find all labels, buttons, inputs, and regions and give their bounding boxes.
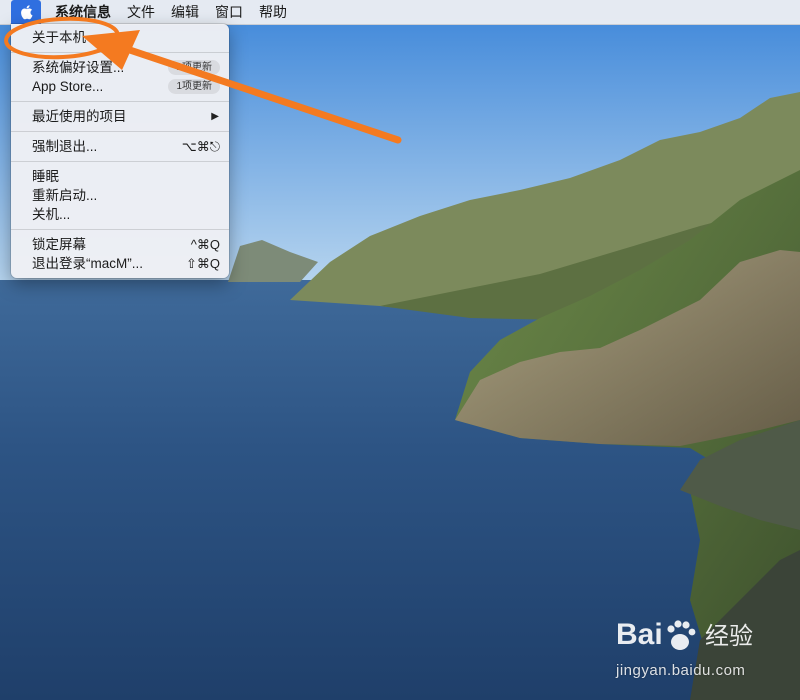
menu-item-force-quit[interactable]: 强制退出... ⌥⌘⎋ — [11, 137, 229, 156]
update-badge: 1项更新 — [168, 79, 220, 94]
menu-item-shut-down[interactable]: 关机... — [11, 205, 229, 224]
keyboard-shortcut: ⇧⌘Q — [185, 256, 220, 271]
svg-text:经验: 经验 — [705, 622, 753, 650]
menu-bar: 系统信息 文件 编辑 窗口 帮助 — [0, 0, 800, 25]
menu-item-lock-screen[interactable]: 锁定屏幕 ^⌘Q — [11, 235, 229, 254]
menubar-file[interactable]: 文件 — [119, 0, 163, 24]
menu-item-label: 退出登录“macM”... — [32, 256, 143, 271]
baidu-paw-icon — [667, 620, 696, 650]
menu-item-label: 最近使用的项目 — [32, 109, 127, 124]
baidu-logo: Bai 经验 — [616, 618, 753, 651]
menubar-window[interactable]: 窗口 — [207, 0, 251, 24]
menu-item-app-store[interactable]: App Store... 1项更新 — [11, 77, 229, 96]
menu-item-label: 睡眠 — [32, 169, 59, 184]
menu-item-recent-items[interactable]: 最近使用的项目 ▶ — [11, 107, 229, 126]
menu-item-sleep[interactable]: 睡眠 — [11, 167, 229, 186]
menu-separator — [11, 229, 229, 230]
menubar-edit[interactable]: 编辑 — [163, 0, 207, 24]
menu-item-label: 重新启动... — [32, 188, 98, 203]
apple-icon — [21, 5, 33, 20]
menu-item-label: 锁定屏幕 — [32, 237, 86, 252]
update-badge: 1项更新 — [168, 60, 220, 75]
submenu-arrow-icon: ▶ — [211, 111, 219, 122]
apple-menu-button[interactable] — [11, 0, 41, 24]
baidu-watermark: Bai 经验 jingyan.baidu.com — [610, 612, 790, 692]
menu-item-label: 关于本机 — [32, 30, 86, 45]
keyboard-shortcut: ⌥⌘⎋ — [181, 139, 220, 154]
menu-separator — [11, 52, 229, 53]
svg-text:Bai: Bai — [616, 618, 663, 651]
keyboard-shortcut: ^⌘Q — [190, 237, 220, 252]
menu-item-label: App Store... — [32, 79, 104, 94]
desktop: 系统信息 文件 编辑 窗口 帮助 关于本机 系统偏好设置... 1项更新 App… — [0, 0, 800, 700]
menu-item-label: 关机... — [32, 207, 71, 222]
apple-dropdown-menu: 关于本机 系统偏好设置... 1项更新 App Store... 1项更新 最近… — [11, 24, 229, 278]
menu-separator — [11, 161, 229, 162]
menu-separator — [11, 131, 229, 132]
menu-item-about-this-mac[interactable]: 关于本机 — [11, 28, 229, 47]
menu-item-label: 强制退出... — [32, 139, 98, 154]
menu-item-label: 系统偏好设置... — [32, 60, 125, 75]
menu-item-restart[interactable]: 重新启动... — [11, 186, 229, 205]
menubar-app-name[interactable]: 系统信息 — [47, 0, 119, 24]
watermark-url: jingyan.baidu.com — [616, 662, 746, 679]
menu-item-system-preferences[interactable]: 系统偏好设置... 1项更新 — [11, 58, 229, 77]
menubar-help[interactable]: 帮助 — [251, 0, 295, 24]
menu-separator — [11, 101, 229, 102]
menu-item-log-out[interactable]: 退出登录“macM”... ⇧⌘Q — [11, 254, 229, 273]
